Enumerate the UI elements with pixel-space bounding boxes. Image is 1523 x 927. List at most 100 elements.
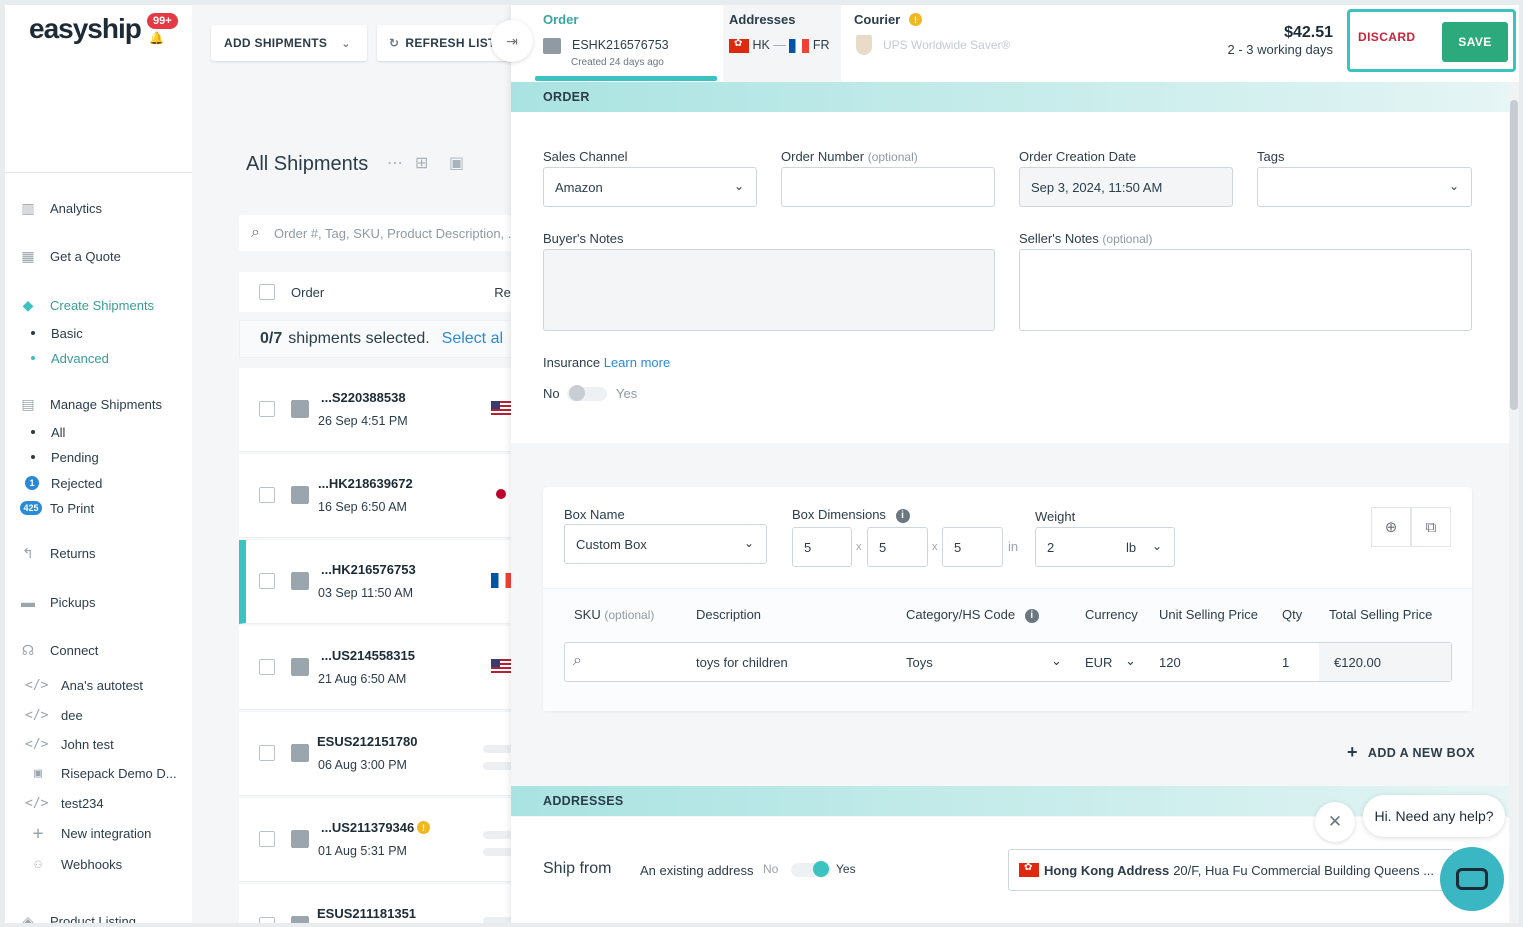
table-row[interactable]: ...US214558315 21 Aug 6:50 AM	[239, 626, 539, 710]
select-all-link[interactable]: Select al	[442, 330, 503, 348]
sidebar-item-product-listing[interactable]: ◈ Product Listing	[5, 909, 192, 924]
item-category-select[interactable]: Toys	[906, 655, 933, 670]
sidebar-item-analytics[interactable]: ▥ Analytics	[5, 196, 192, 220]
chat-greeting[interactable]: Hi. Need any help?	[1363, 795, 1505, 837]
insurance-no-label: No	[543, 386, 560, 401]
weight-unit-select[interactable]: lb	[1126, 540, 1136, 555]
sidebar-item-create-shipments[interactable]: ◆ Create Shipments	[5, 293, 192, 317]
row-checkbox[interactable]	[259, 659, 275, 675]
sidebar-subitem-to-print[interactable]: 425 To Print	[5, 498, 192, 518]
table-row[interactable]: ...HK218639672 16 Sep 6:50 AM	[239, 454, 539, 538]
sidebar-item-label: Analytics	[50, 200, 103, 216]
bell-icon[interactable]: 🔔	[149, 31, 164, 45]
table-row-selected[interactable]: ...HK216576753 03 Sep 11:50 AM	[239, 540, 539, 624]
item-currency-select[interactable]: EUR	[1085, 655, 1112, 670]
search-input[interactable]: ⌕ Order #, Tag, SKU, Product Description…	[239, 215, 539, 251]
integration-item[interactable]: ▣ Risepack Demo D...	[5, 762, 192, 784]
sidebar-subitem-basic[interactable]: Basic	[5, 323, 192, 343]
sidebar-item-connect[interactable]: ☊ Connect	[5, 638, 192, 662]
weight-input[interactable]: 2 lb ⌄	[1035, 527, 1175, 567]
sellers-notes-input[interactable]	[1019, 249, 1472, 331]
table-row[interactable]: ESUS211181351	[239, 884, 539, 923]
webhooks-link[interactable]: ⚇ Webhooks	[5, 853, 192, 875]
order-id[interactable]: ESUS211181351	[317, 906, 416, 921]
table-row[interactable]: ...US211379346 ! 01 Aug 5:31 PM	[239, 798, 539, 882]
integration-item[interactable]: </> John test	[5, 733, 192, 755]
order-id[interactable]: ESUS212151780	[317, 734, 417, 749]
save-button[interactable]: SAVE	[1442, 22, 1508, 62]
box-height-input[interactable]: 5	[942, 527, 1003, 567]
sidebar-subitem-pending[interactable]: Pending	[5, 447, 192, 467]
discard-button[interactable]: DISCARD	[1358, 30, 1415, 44]
new-integration-link[interactable]: + New integration	[5, 822, 192, 844]
integration-item[interactable]: </> test234	[5, 792, 192, 814]
order-id[interactable]: ...US214558315	[321, 648, 415, 663]
add-new-box-button[interactable]: + ADD A NEW BOX	[1347, 742, 1475, 763]
sidebar-subitem-advanced[interactable]: Advanced	[5, 348, 192, 368]
item-unit-price-input[interactable]: 120	[1159, 655, 1181, 670]
collapse-panel-button[interactable]: ⇥	[491, 20, 533, 62]
sidebar-item-pickups[interactable]: ▬ Pickups	[5, 590, 192, 614]
box-name-select[interactable]: Custom Box ⌄	[564, 524, 767, 564]
column-order[interactable]: Order	[291, 285, 324, 300]
sidebar-subitem-rejected[interactable]: 1 Rejected	[5, 473, 192, 493]
select-all-checkbox[interactable]	[259, 284, 275, 300]
add-shipments-button[interactable]: ADD SHIPMENTS ⌄	[211, 25, 367, 61]
integration-item[interactable]: </> dee	[5, 704, 192, 726]
table-row[interactable]: ESUS212151780 06 Aug 3:00 PM	[239, 712, 539, 796]
order-id[interactable]: ...S220388538	[321, 390, 406, 405]
insurance-toggle[interactable]	[567, 383, 607, 403]
active-tab-indicator	[535, 76, 717, 81]
tab-courier[interactable]: Courier ! UPS Worldwide Saver®	[854, 5, 1054, 82]
integration-item[interactable]: </> Ana's autotest	[5, 674, 192, 696]
column-qty: Qty	[1282, 607, 1303, 622]
tab-addresses[interactable]: Addresses HK — FR	[723, 5, 841, 82]
sales-channel-select[interactable]: Amazon ⌄	[543, 167, 757, 207]
sidebar-item-returns[interactable]: ↰ Returns	[5, 541, 192, 565]
order-id[interactable]: ...HK216576753	[321, 562, 416, 577]
sidebar-item-get-a-quote[interactable]: ▦ Get a Quote	[5, 244, 192, 268]
order-number-label-text: Order Number	[781, 149, 865, 164]
integration-label: Risepack Demo D...	[61, 765, 177, 781]
row-checkbox[interactable]	[259, 487, 275, 503]
order-number-input[interactable]	[781, 167, 995, 207]
tags-select[interactable]: ⌄	[1257, 167, 1472, 207]
notifications-badge[interactable]: 99+	[147, 13, 178, 29]
sidebar-subitem-all[interactable]: All	[5, 422, 192, 442]
scrollbar-thumb[interactable]	[1510, 100, 1518, 410]
existing-address-toggle[interactable]	[791, 859, 831, 879]
duplicate-box-button[interactable]: ⧉	[1411, 507, 1451, 547]
item-qty-input[interactable]: 1	[1282, 655, 1289, 670]
row-checkbox[interactable]	[259, 917, 275, 923]
add-view-icon[interactable]: ⊞	[415, 153, 428, 173]
box-width-input[interactable]: 5	[867, 527, 928, 567]
chat-close-button[interactable]: ✕	[1315, 802, 1355, 842]
info-icon[interactable]: i	[1024, 608, 1039, 623]
ship-from-address-select[interactable]: Hong Kong Address 20/F, Hua Fu Commercia…	[1008, 849, 1454, 891]
chevron-down-icon: ⌄	[1125, 653, 1136, 668]
add-item-button[interactable]: ⊕	[1371, 507, 1411, 547]
row-checkbox[interactable]	[259, 401, 275, 417]
more-options-icon[interactable]: ⋯	[387, 153, 403, 173]
info-icon[interactable]: i	[895, 508, 910, 523]
save-view-icon[interactable]: ▣	[449, 153, 464, 173]
order-date: 06 Aug 3:00 PM	[318, 758, 407, 772]
scrollbar[interactable]	[1509, 82, 1519, 923]
order-id[interactable]: ...HK218639672	[318, 476, 413, 491]
row-checkbox[interactable]	[259, 573, 275, 589]
box-length-input[interactable]: 5	[792, 527, 852, 567]
order-date: 01 Aug 5:31 PM	[318, 844, 407, 858]
chat-launcher-button[interactable]	[1440, 847, 1504, 911]
sidebar-item-manage-shipments[interactable]: ▤ Manage Shipments	[5, 392, 192, 416]
item-description-input[interactable]: toys for children	[696, 655, 788, 670]
table-row[interactable]: ...S220388538 26 Sep 4:51 PM	[239, 368, 539, 452]
row-checkbox[interactable]	[259, 745, 275, 761]
search-icon[interactable]: ⌕	[573, 652, 582, 670]
learn-more-link[interactable]: Learn more	[604, 355, 670, 370]
tab-order[interactable]: Order ESHK216576753 Created 24 days ago	[543, 5, 723, 82]
order-id[interactable]: ...US211379346	[321, 820, 414, 835]
package-icon	[291, 744, 309, 762]
logo[interactable]: easyship	[29, 13, 142, 45]
arrow-right-icon: ⇥	[506, 32, 518, 49]
row-checkbox[interactable]	[259, 831, 275, 847]
